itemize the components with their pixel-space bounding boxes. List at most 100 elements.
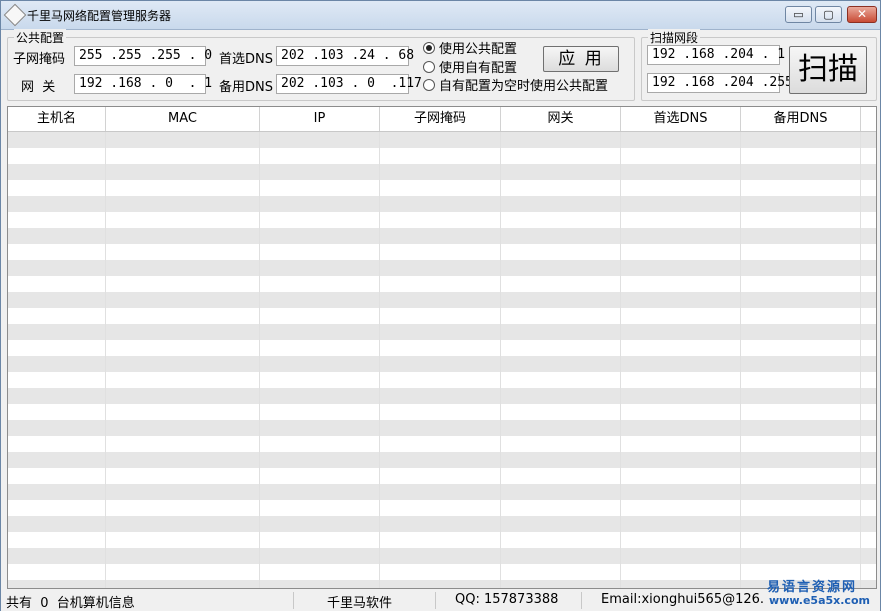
- table-row[interactable]: [8, 444, 876, 452]
- table-row[interactable]: [8, 260, 876, 268]
- watermark-title: 易语言资源网: [767, 580, 858, 595]
- radio-unselected-icon: [423, 79, 435, 91]
- table-row[interactable]: [8, 212, 876, 220]
- radio-use-own-label: 使用自有配置: [439, 61, 518, 76]
- maximize-button[interactable]: ▢: [815, 6, 842, 23]
- col-header-gateway[interactable]: 网关: [501, 107, 621, 131]
- table-row[interactable]: [8, 284, 876, 292]
- minimize-button[interactable]: ▭: [785, 6, 812, 23]
- status-divider: [435, 592, 436, 609]
- watermark-url: www.e5a5x.com: [769, 594, 870, 607]
- table-row[interactable]: [8, 436, 876, 444]
- scan-start-field[interactable]: 192 .168 .204 . 1: [647, 45, 785, 65]
- table-row[interactable]: [8, 388, 876, 396]
- minimize-icon: ▭: [793, 8, 804, 21]
- table-row[interactable]: [8, 132, 876, 140]
- subnet-field[interactable]: 255 .255 .255 . 0: [74, 46, 212, 66]
- table-row[interactable]: [8, 532, 876, 540]
- table-row[interactable]: [8, 492, 876, 500]
- col-header-ip[interactable]: IP: [260, 107, 380, 131]
- table-row[interactable]: [8, 332, 876, 340]
- table-row[interactable]: [8, 308, 876, 316]
- host-table[interactable]: 主机名 MAC IP 子网掩码 网关 首选DNS 备用DNS: [7, 106, 877, 589]
- table-row[interactable]: [8, 484, 876, 492]
- table-row[interactable]: [8, 244, 876, 252]
- gateway-field[interactable]: 192 .168 . 0 . 1: [74, 74, 212, 94]
- table-row[interactable]: [8, 580, 876, 588]
- table-row[interactable]: [8, 500, 876, 508]
- scan-legend: 扫描网段: [648, 29, 701, 46]
- table-row[interactable]: [8, 516, 876, 524]
- table-row[interactable]: [8, 364, 876, 372]
- column-divider: [740, 132, 741, 588]
- table-row[interactable]: [8, 468, 876, 476]
- table-row[interactable]: [8, 524, 876, 532]
- table-row[interactable]: [8, 348, 876, 356]
- table-row[interactable]: [8, 268, 876, 276]
- table-row[interactable]: [8, 180, 876, 188]
- table-row[interactable]: [8, 220, 876, 228]
- table-row[interactable]: [8, 548, 876, 556]
- title-bar[interactable]: 千里马网络配置管理服务器 ▭ ▢ ✕: [1, 1, 880, 30]
- table-row[interactable]: [8, 508, 876, 516]
- status-divider: [581, 592, 582, 609]
- radio-fallback-label: 自有配置为空时使用公共配置: [439, 79, 609, 94]
- dns2-field[interactable]: 202 .103 . 0 .117: [276, 74, 422, 94]
- table-row[interactable]: [8, 316, 876, 324]
- column-divider: [500, 132, 501, 588]
- dns1-label: 首选DNS: [219, 52, 273, 67]
- window-title: 千里马网络配置管理服务器: [27, 9, 172, 23]
- col-header-subnet[interactable]: 子网掩码: [380, 107, 501, 131]
- table-row[interactable]: [8, 396, 876, 404]
- table-row[interactable]: [8, 252, 876, 260]
- table-row[interactable]: [8, 324, 876, 332]
- column-divider: [860, 132, 861, 588]
- table-row[interactable]: [8, 404, 876, 412]
- dns1-field[interactable]: 202 .103 .24 . 68: [276, 46, 414, 66]
- table-row[interactable]: [8, 204, 876, 212]
- table-row[interactable]: [8, 460, 876, 468]
- col-header-mac[interactable]: MAC: [106, 107, 260, 131]
- table-row[interactable]: [8, 428, 876, 436]
- col-header-dns1[interactable]: 首选DNS: [621, 107, 741, 131]
- apply-button[interactable]: 应 用: [543, 46, 619, 72]
- table-row[interactable]: [8, 196, 876, 204]
- table-row[interactable]: [8, 164, 876, 172]
- table-row[interactable]: [8, 556, 876, 564]
- radio-use-own[interactable]: 使用自有配置: [423, 60, 517, 78]
- table-row[interactable]: [8, 156, 876, 164]
- scan-button[interactable]: 扫描: [789, 46, 867, 94]
- table-row[interactable]: [8, 372, 876, 380]
- col-header-dns2[interactable]: 备用DNS: [741, 107, 861, 131]
- subnet-label: 子网掩码: [13, 52, 66, 67]
- table-row[interactable]: [8, 148, 876, 156]
- table-row[interactable]: [8, 572, 876, 580]
- col-header-hostname[interactable]: 主机名: [8, 107, 106, 131]
- table-row[interactable]: [8, 340, 876, 348]
- table-row[interactable]: [8, 172, 876, 180]
- table-row[interactable]: [8, 188, 876, 196]
- table-row[interactable]: [8, 476, 876, 484]
- close-button[interactable]: ✕: [847, 6, 877, 23]
- app-icon: [3, 3, 27, 27]
- table-row[interactable]: [8, 236, 876, 244]
- table-row[interactable]: [8, 540, 876, 548]
- table-row[interactable]: [8, 228, 876, 236]
- radio-fallback[interactable]: 自有配置为空时使用公共配置: [423, 78, 608, 96]
- maximize-icon: ▢: [823, 8, 834, 21]
- table-row[interactable]: [8, 276, 876, 284]
- scan-end-field[interactable]: 192 .168 .204 .255: [647, 73, 793, 93]
- table-row[interactable]: [8, 300, 876, 308]
- radio-use-public[interactable]: 使用公共配置: [423, 41, 517, 59]
- table-row[interactable]: [8, 452, 876, 460]
- table-row[interactable]: [8, 356, 876, 364]
- table-row[interactable]: [8, 412, 876, 420]
- table-row[interactable]: [8, 420, 876, 428]
- radio-selected-icon: [423, 42, 435, 54]
- table-body[interactable]: [8, 132, 876, 588]
- table-row[interactable]: [8, 292, 876, 300]
- status-company: 千里马软件: [327, 596, 393, 611]
- table-row[interactable]: [8, 564, 876, 572]
- table-row[interactable]: [8, 140, 876, 148]
- table-row[interactable]: [8, 380, 876, 388]
